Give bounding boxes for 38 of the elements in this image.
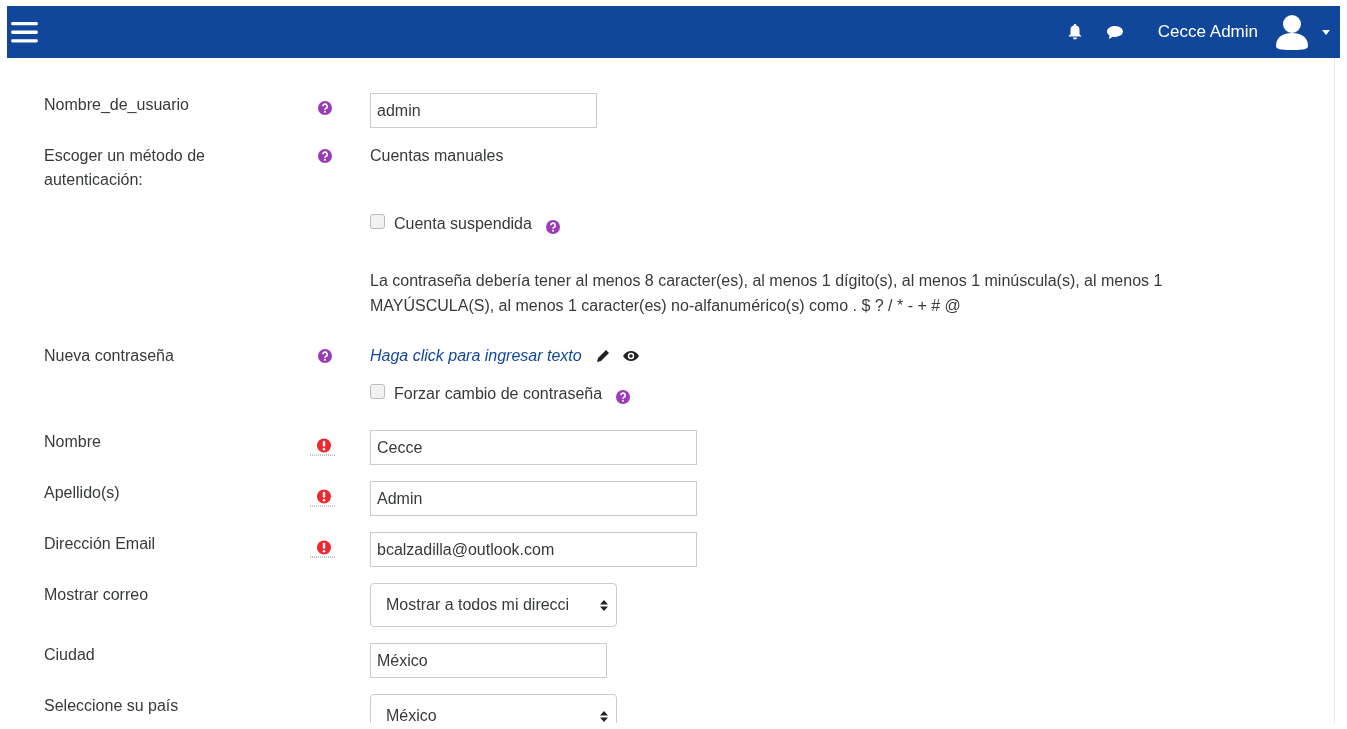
- text-field[interactable]: Admin: [370, 481, 697, 516]
- text-field[interactable]: bcalzadilla@outlook.com: [370, 532, 697, 567]
- help-icon[interactable]: [545, 219, 560, 234]
- select-dropdown[interactable]: Mostrar a todos mi direcci: [370, 583, 617, 627]
- pencil-icon[interactable]: [595, 349, 610, 363]
- help-icon[interactable]: [318, 349, 332, 363]
- select-dropdown[interactable]: México: [370, 694, 617, 723]
- menu-icon[interactable]: [11, 21, 38, 43]
- edit-link[interactable]: Haga click para ingresar texto: [370, 344, 582, 368]
- field-label: Nueva contraseña: [44, 346, 174, 366]
- text-field[interactable]: México: [370, 643, 607, 678]
- updown-arrows-icon: [600, 599, 608, 611]
- text-field[interactable]: Cecce: [370, 430, 697, 465]
- help-icon[interactable]: [318, 101, 332, 115]
- user-name[interactable]: Cecce Admin: [1157, 22, 1258, 42]
- updown-arrows-icon: [600, 710, 608, 722]
- checkbox[interactable]: [370, 383, 385, 399]
- field-label: Nombre: [44, 432, 101, 452]
- checkbox[interactable]: [370, 213, 385, 229]
- field-label: Ciudad: [44, 645, 95, 665]
- avatar-icon[interactable]: [1274, 14, 1310, 50]
- eye-icon[interactable]: [621, 350, 640, 362]
- field-label: Nombre_de_usuario: [44, 95, 189, 115]
- checkbox-label[interactable]: Cuenta suspendida: [394, 212, 532, 236]
- field-label: Dirección Email: [44, 534, 156, 554]
- field-label: Apellido(s): [44, 483, 120, 503]
- help-icon[interactable]: [318, 149, 332, 163]
- password-rules-text: La contraseña debería tener al menos 8 caracter(es), al menos 1 dígito(s), al menos 1 minúscula(s), al menos 1 MAYÚSCULA(S), al menos 1 caracter(es) no-alfanumérico(s) como . $ ? / * - + # @: [370, 271, 1164, 316]
- field-label: Seleccione su país: [44, 696, 179, 716]
- caret-icon[interactable]: [1322, 29, 1330, 35]
- text-field[interactable]: admin: [370, 93, 597, 128]
- bell-icon[interactable]: [1067, 24, 1082, 40]
- chat-icon[interactable]: [1105, 24, 1124, 40]
- field-value: Cuentas manuales: [370, 146, 504, 166]
- field-label: Escoger un método de autenticación:: [44, 146, 206, 190]
- field-label: Mostrar correo: [44, 585, 149, 605]
- help-icon[interactable]: [616, 389, 631, 404]
- checkbox-label[interactable]: Forzar cambio de contraseña: [394, 382, 603, 406]
